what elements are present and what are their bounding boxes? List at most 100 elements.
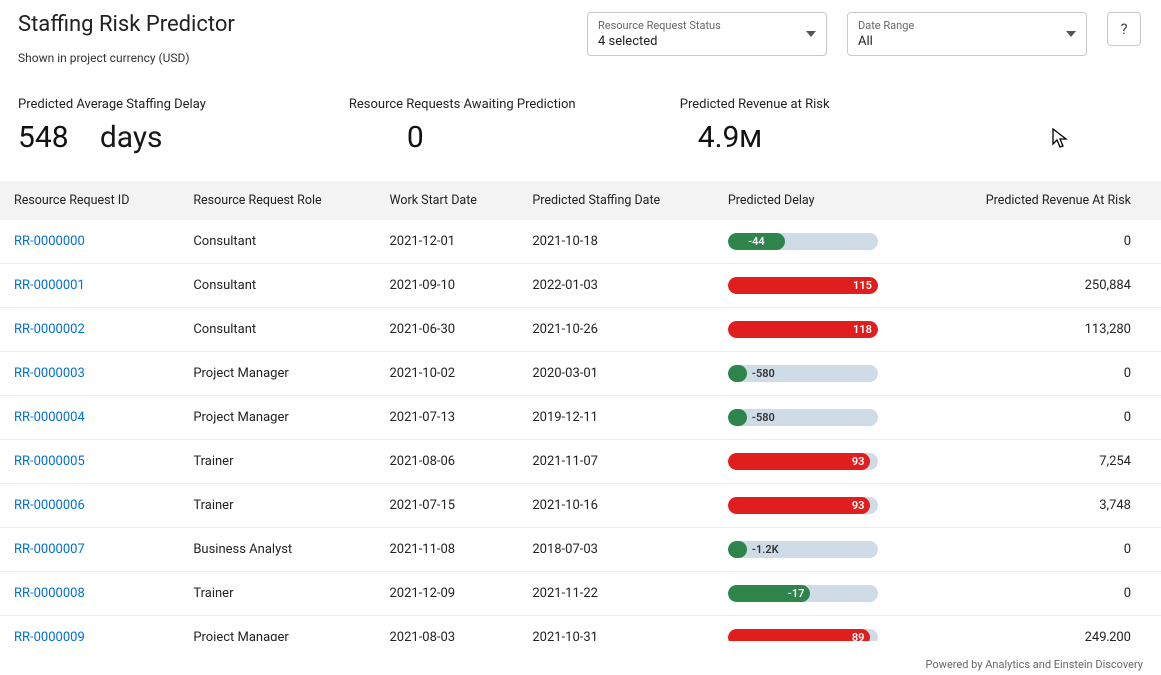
- role-cell: Project Manager: [179, 396, 375, 440]
- page-title: Staffing Risk Predictor: [18, 12, 567, 37]
- start-date-cell: 2021-07-15: [375, 484, 518, 528]
- kpi-value: 548: [18, 120, 69, 155]
- predicted-date-cell: 2021-10-31: [518, 616, 714, 642]
- currency-subtitle: Shown in project currency (USD): [18, 51, 567, 65]
- delay-fill: 118: [728, 321, 878, 338]
- delay-bar: -44: [728, 233, 878, 250]
- col-delay[interactable]: Predicted Delay: [714, 181, 914, 220]
- start-date-cell: 2021-08-03: [375, 616, 518, 642]
- delay-cell: 115: [714, 264, 914, 308]
- delay-bar: -580: [728, 409, 878, 426]
- kpi-label: Resource Requests Awaiting Prediction: [349, 97, 680, 112]
- request-id-link[interactable]: RR-0000003: [14, 366, 85, 381]
- revenue-cell: 3,748: [914, 484, 1161, 528]
- delay-cell: -580: [714, 396, 914, 440]
- start-date-cell: 2021-10-02: [375, 352, 518, 396]
- chevron-down-icon: [1066, 31, 1076, 37]
- table-scroll-area[interactable]: Resource Request ID Resource Request Rol…: [0, 181, 1161, 641]
- revenue-cell: 7,254: [914, 440, 1161, 484]
- delay-fill: 93: [728, 453, 871, 470]
- filter-status-label: Resource Request Status: [598, 19, 721, 32]
- risk-table: Resource Request ID Resource Request Rol…: [0, 181, 1161, 641]
- filter-resource-status[interactable]: Resource Request Status 4 selected: [587, 12, 827, 56]
- request-id-link[interactable]: RR-0000001: [14, 278, 85, 293]
- start-date-cell: 2021-08-06: [375, 440, 518, 484]
- role-cell: Project Manager: [179, 616, 375, 642]
- delay-bar: -580: [728, 365, 878, 382]
- col-id[interactable]: Resource Request ID: [0, 181, 179, 220]
- help-icon: ?: [1120, 20, 1127, 38]
- start-date-cell: 2021-12-01: [375, 220, 518, 264]
- revenue-cell: 0: [914, 352, 1161, 396]
- col-pred-date[interactable]: Predicted Staffing Date: [518, 181, 714, 220]
- predicted-date-cell: 2018-07-03: [518, 528, 714, 572]
- kpi-value: 4.9M: [698, 120, 1011, 155]
- start-date-cell: 2021-11-08: [375, 528, 518, 572]
- delay-cell: -44: [714, 220, 914, 264]
- delay-fill: -44: [728, 233, 785, 250]
- predicted-date-cell: 2019-12-11: [518, 396, 714, 440]
- request-id-link[interactable]: RR-0000000: [14, 234, 85, 249]
- role-cell: Trainer: [179, 484, 375, 528]
- revenue-cell: 0: [914, 396, 1161, 440]
- filter-date-range[interactable]: Date Range All: [847, 12, 1087, 56]
- chevron-down-icon: [806, 31, 816, 37]
- revenue-cell: 250,884: [914, 264, 1161, 308]
- table-row: RR-0000003 Project Manager2021-10-022020-…: [0, 352, 1161, 396]
- col-start[interactable]: Work Start Date: [375, 181, 518, 220]
- kpi-revenue-risk: Predicted Revenue at Risk 4.9M: [680, 97, 1011, 155]
- predicted-date-cell: 2021-10-26: [518, 308, 714, 352]
- delay-bar: 89: [728, 629, 878, 641]
- delay-cell: 89: [714, 616, 914, 642]
- request-id-link[interactable]: RR-0000005: [14, 454, 85, 469]
- table-row: RR-0000006Trainer2021-07-152021-10-16933…: [0, 484, 1161, 528]
- delay-cell: -580: [714, 352, 914, 396]
- delay-fill: 93: [728, 497, 871, 514]
- delay-cell: -1.2K: [714, 528, 914, 572]
- table-row: RR-0000009 Project Manager2021-08-032021-…: [0, 616, 1161, 642]
- delay-value: -580: [728, 409, 775, 426]
- filter-date-label: Date Range: [858, 19, 914, 32]
- delay-bar: 93: [728, 453, 878, 470]
- table-row: RR-0000000Consultant2021-12-012021-10-18…: [0, 220, 1161, 264]
- request-id-link[interactable]: RR-0000009: [14, 630, 85, 641]
- start-date-cell: 2021-07-13: [375, 396, 518, 440]
- delay-fill: 89: [728, 629, 871, 641]
- table-row: RR-0000004 Project Manager2021-07-132019-…: [0, 396, 1161, 440]
- delay-fill: -17: [728, 585, 811, 602]
- kpi-label: Predicted Average Staffing Delay: [18, 97, 349, 112]
- predicted-date-cell: 2020-03-01: [518, 352, 714, 396]
- predicted-date-cell: 2021-11-22: [518, 572, 714, 616]
- start-date-cell: 2021-06-30: [375, 308, 518, 352]
- filter-status-value: 4 selected: [598, 34, 721, 49]
- request-id-link[interactable]: RR-0000006: [14, 498, 85, 513]
- predicted-date-cell: 2022-01-03: [518, 264, 714, 308]
- col-revenue[interactable]: Predicted Revenue At Risk: [914, 181, 1161, 220]
- delay-value: -1.2K: [728, 541, 779, 558]
- help-button[interactable]: ?: [1107, 12, 1141, 46]
- kpi-avg-delay: Predicted Average Staffing Delay 548 day…: [18, 97, 349, 155]
- delay-cell: 118: [714, 308, 914, 352]
- delay-fill: 115: [728, 277, 878, 294]
- predicted-date-cell: 2021-11-07: [518, 440, 714, 484]
- delay-bar: -1.2K: [728, 541, 878, 558]
- delay-bar: 93: [728, 497, 878, 514]
- table-row: RR-0000002 Consultant2021-06-302021-10-26…: [0, 308, 1161, 352]
- role-cell: Trainer: [179, 440, 375, 484]
- delay-cell: 93: [714, 484, 914, 528]
- request-id-link[interactable]: RR-0000007: [14, 542, 85, 557]
- delay-bar: 115: [728, 277, 878, 294]
- request-id-link[interactable]: RR-0000004: [14, 410, 85, 425]
- table-row: RR-0000005 Trainer2021-08-062021-11-07 93 7…: [0, 440, 1161, 484]
- delay-bar: -17: [728, 585, 878, 602]
- role-cell: Consultant: [179, 308, 375, 352]
- role-cell: Project Manager: [179, 352, 375, 396]
- revenue-cell: 0: [914, 572, 1161, 616]
- request-id-link[interactable]: RR-0000002: [14, 322, 85, 337]
- request-id-link[interactable]: RR-0000008: [14, 586, 85, 601]
- delay-bar: 118: [728, 321, 878, 338]
- col-role[interactable]: Resource Request Role: [179, 181, 375, 220]
- filter-date-value: All: [858, 34, 914, 49]
- revenue-cell: 249,200: [914, 616, 1161, 642]
- role-cell: Consultant: [179, 220, 375, 264]
